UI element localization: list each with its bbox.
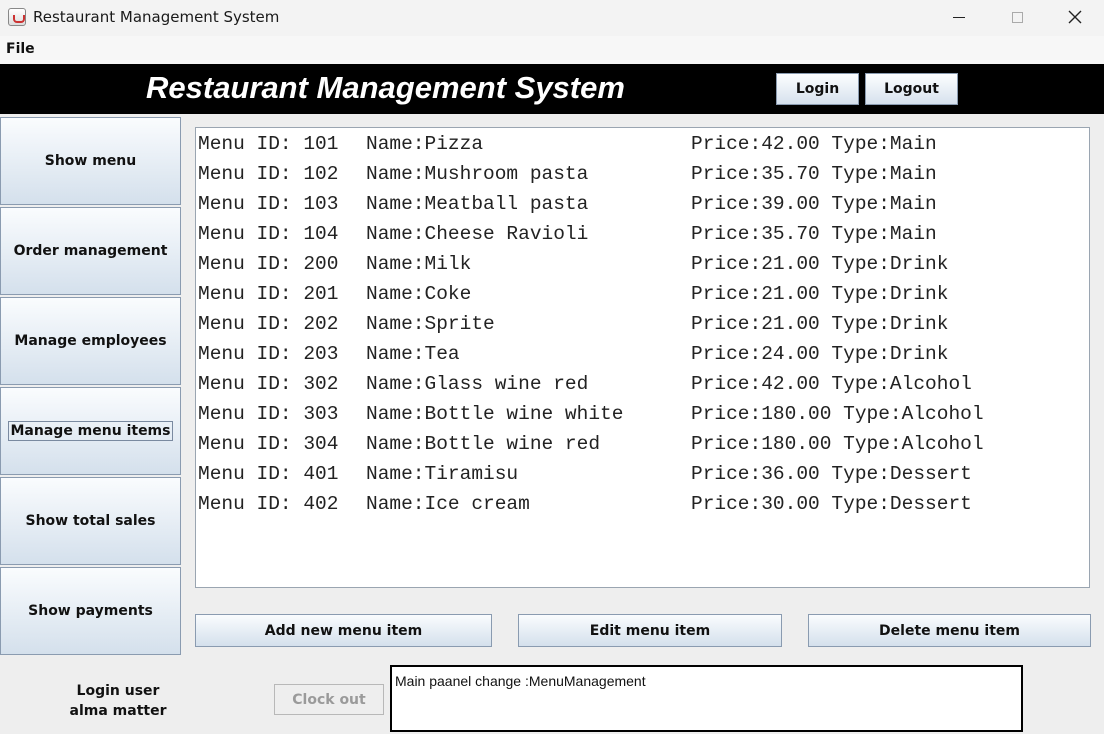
menu-name: Name:Pizza	[366, 133, 484, 155]
menu-price-type: Price:21.00 Type:Drink	[691, 313, 949, 335]
show-payments-button[interactable]: Show payments	[0, 567, 181, 655]
menu-id: Menu ID: 402	[198, 493, 339, 515]
menu-name: Name:Tea	[366, 343, 460, 365]
menu-name: Name:Coke	[366, 283, 472, 305]
show-total-sales-button[interactable]: Show total sales	[0, 477, 181, 565]
menu-name: Name:Mushroom pasta	[366, 163, 589, 185]
sidebar-item-label: Manage employees	[14, 333, 167, 349]
window-title: Restaurant Management System	[33, 8, 280, 26]
close-icon	[1068, 10, 1082, 24]
menu-id: Menu ID: 101	[198, 133, 339, 155]
menu-id: Menu ID: 201	[198, 283, 339, 305]
menu-price-type: Price:42.00 Type:Main	[691, 133, 937, 155]
minimize-icon	[953, 16, 965, 18]
clock-out-button[interactable]: Clock out	[274, 684, 384, 715]
status-text: Main paanel change :MenuManagement	[395, 673, 646, 689]
menu-id: Menu ID: 303	[198, 403, 339, 425]
menu-id: Menu ID: 103	[198, 193, 339, 215]
sidebar-item-label: Manage menu items	[7, 421, 174, 441]
delete-menu-item-button[interactable]: Delete menu item	[808, 614, 1091, 647]
java-app-icon	[8, 8, 26, 26]
menu-id: Menu ID: 304	[198, 433, 339, 455]
menu-id: Menu ID: 102	[198, 163, 339, 185]
close-button[interactable]	[1046, 0, 1104, 34]
menu-price-type: Price:21.00 Type:Drink	[691, 283, 949, 305]
sidebar-item-label: Show payments	[28, 603, 153, 619]
menu-name: Name:Ice cream	[366, 493, 530, 515]
menu-name: Name:Milk	[366, 253, 472, 275]
sidebar-item-label: Show menu	[44, 153, 137, 169]
sidebar-item-label: Show total sales	[25, 513, 156, 529]
login-user-name: alma matter	[69, 703, 167, 719]
menu-price-type: Price:35.70 Type:Main	[691, 163, 937, 185]
menu-id: Menu ID: 202	[198, 313, 339, 335]
show-menu-button[interactable]: Show menu	[0, 117, 181, 205]
menu-price-type: Price:35.70 Type:Main	[691, 223, 937, 245]
menu-price-type: Price:180.00 Type:Alcohol	[691, 433, 984, 455]
menu-price-type: Price:39.00 Type:Main	[691, 193, 937, 215]
menu-price-type: Price:180.00 Type:Alcohol	[691, 403, 984, 425]
menu-name: Name:Meatball pasta	[366, 193, 589, 215]
menu-price-type: Price:21.00 Type:Drink	[691, 253, 949, 275]
menu-bar: File	[0, 36, 1104, 64]
menu-price-type: Price:36.00 Type:Dessert	[691, 463, 972, 485]
app-title: Restaurant Management System	[146, 70, 625, 105]
menu-name: Name:Cheese Ravioli	[366, 223, 589, 245]
menu-id: Menu ID: 302	[198, 373, 339, 395]
menu-file[interactable]: File	[6, 41, 35, 57]
menu-price-type: Price:42.00 Type:Alcohol	[691, 373, 972, 395]
menu-name: Name:Glass wine red	[366, 373, 589, 395]
menu-name: Name:Bottle wine white	[366, 403, 624, 425]
manage-employees-button[interactable]: Manage employees	[0, 297, 181, 385]
menu-id: Menu ID: 203	[198, 343, 339, 365]
app-header: Restaurant Management System Login Logou…	[0, 64, 1104, 114]
menu-name: Name:Sprite	[366, 313, 495, 335]
status-log: Main paanel change :MenuManagement	[390, 665, 1023, 732]
sidebar-item-label: Order management	[13, 243, 168, 259]
menu-price-type: Price:24.00 Type:Drink	[691, 343, 949, 365]
menu-id: Menu ID: 401	[198, 463, 339, 485]
login-info: Login user alma matter	[40, 681, 196, 721]
manage-menu-items-button[interactable]: Manage menu items	[0, 387, 181, 475]
add-menu-item-button[interactable]: Add new menu item	[195, 614, 492, 647]
maximize-icon	[1011, 11, 1023, 23]
login-user-label: Login user	[76, 683, 160, 699]
edit-menu-item-button[interactable]: Edit menu item	[518, 614, 782, 647]
menu-items-list[interactable]: Menu ID: 101 Name:Pizza Price:42.00 Type:M…	[195, 127, 1090, 588]
maximize-button[interactable]	[988, 0, 1046, 34]
order-management-button[interactable]: Order management	[0, 207, 181, 295]
menu-id: Menu ID: 104	[198, 223, 339, 245]
menu-id: Menu ID: 200	[198, 253, 339, 275]
menu-name: Name:Tiramisu	[366, 463, 519, 485]
menu-name: Name:Bottle wine red	[366, 433, 601, 455]
logout-button[interactable]: Logout	[865, 73, 958, 105]
login-button[interactable]: Login	[776, 73, 859, 105]
window-title-bar: Restaurant Management System	[0, 0, 1104, 36]
minimize-button[interactable]	[930, 0, 988, 34]
menu-price-type: Price:30.00 Type:Dessert	[691, 493, 972, 515]
